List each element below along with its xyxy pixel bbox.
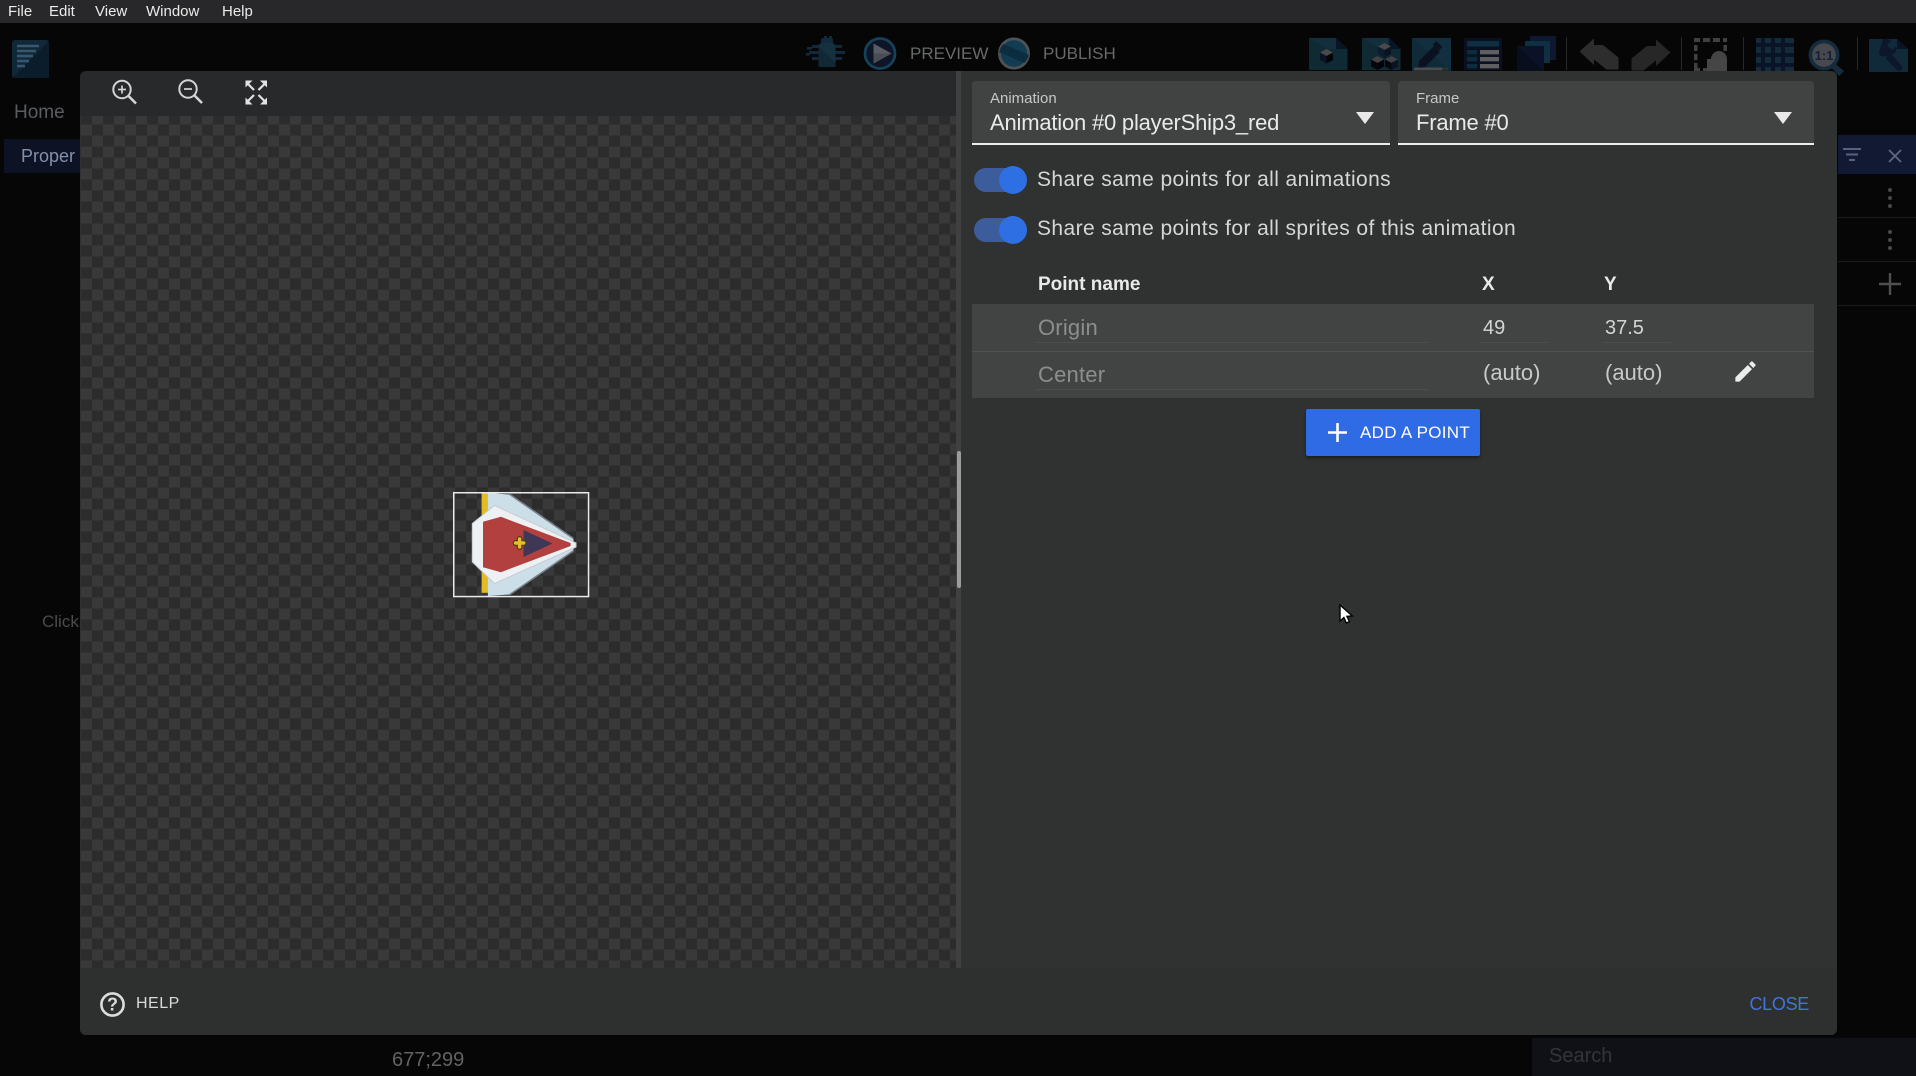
svg-text:1:1: 1:1 [1815,48,1834,63]
svg-text:?: ? [107,995,118,1015]
